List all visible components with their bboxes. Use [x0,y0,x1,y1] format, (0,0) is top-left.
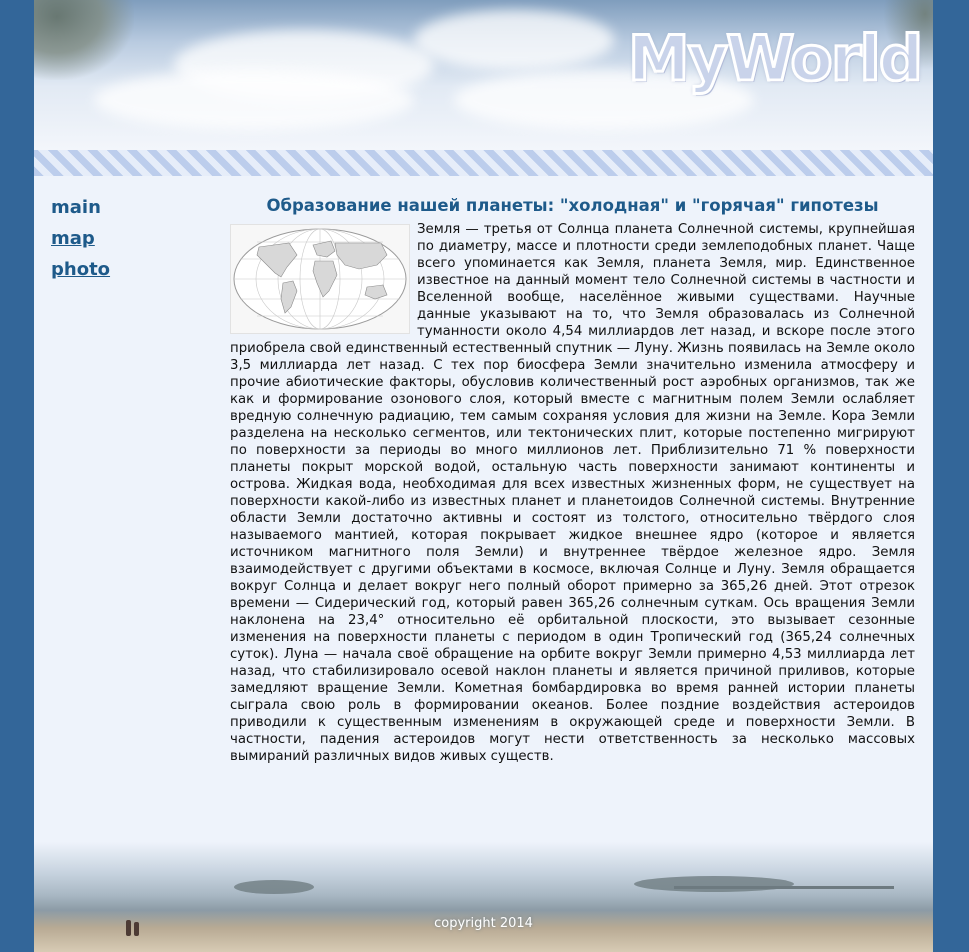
tree-decoration-left [34,0,134,80]
island-decoration [234,880,314,894]
pier-decoration [674,886,894,889]
world-map-graphic [233,228,407,330]
main-content: Образование нашей планеты: "холодная" и … [230,192,915,765]
header-banner: MyWorld [34,0,933,150]
site-logo-text: MyWorld [626,21,924,97]
header-stripe-divider [34,150,933,176]
nav-item-photo[interactable]: photo [51,254,110,285]
page-container: MyWorld main map photo Образование нашей… [34,0,933,952]
world-map-image [230,224,410,334]
article-title: Образование нашей планеты: "холодная" и … [266,196,879,215]
site-logo[interactable]: MyWorld [626,21,924,97]
footer-beach-banner: copyright 2014 [34,842,933,952]
nav-item-main[interactable]: main [51,192,110,223]
copyright-text: copyright 2014 [434,916,533,931]
sidebar-nav: main map photo [51,192,110,285]
island-decoration [634,876,794,892]
nav-item-map[interactable]: map [51,223,110,254]
cloud-decoration [94,70,414,130]
cloud-decoration [414,10,614,70]
